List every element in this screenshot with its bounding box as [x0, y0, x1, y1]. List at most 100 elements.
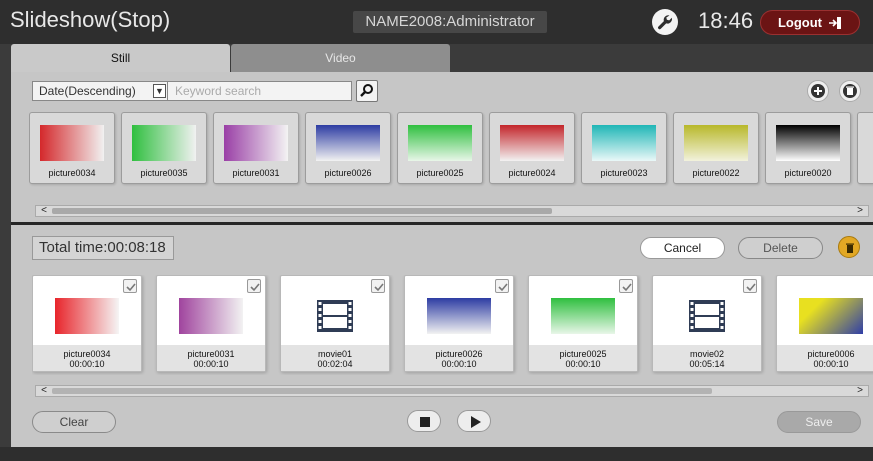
library-item-label: picture0023	[600, 168, 648, 178]
check-icon[interactable]	[247, 279, 261, 293]
library-item[interactable]: picture0024	[489, 112, 575, 184]
item-name: movie01	[317, 349, 353, 359]
exit-icon	[829, 16, 842, 29]
slideshow-app: Slideshow(Stop) NAME2008:Administrator 1…	[0, 0, 873, 461]
thumbnail	[592, 125, 656, 161]
scrollbar-thumb[interactable]	[52, 388, 712, 394]
item-name: picture0031	[187, 349, 235, 359]
clock: 18:46	[698, 8, 754, 33]
item-name: picture0006	[807, 349, 855, 359]
playlist-item[interactable]: picture0031 00:00:10	[156, 275, 266, 372]
playlist-item[interactable]: picture0025 00:00:10	[528, 275, 638, 372]
chevron-right-icon[interactable]: >	[854, 385, 866, 397]
library-item[interactable]: picture0034	[29, 112, 115, 184]
thumbnail	[684, 125, 748, 161]
check-icon[interactable]	[743, 279, 757, 293]
item-name: picture0026	[435, 349, 483, 359]
library-item[interactable]: picture0022	[673, 112, 759, 184]
play-button[interactable]	[457, 410, 491, 432]
thumbnail	[316, 125, 380, 161]
library-item-label: picture0026	[324, 168, 372, 178]
thumbnail	[55, 298, 119, 334]
library-item-label: picture0022	[692, 168, 740, 178]
library-delete-button[interactable]	[839, 80, 861, 102]
item-duration: 00:05:14	[689, 359, 725, 369]
playlist-scrollbar[interactable]: < >	[35, 385, 869, 397]
tab-video[interactable]: Video	[231, 44, 450, 72]
chevron-down-icon[interactable]: ▼	[153, 84, 166, 98]
stop-icon	[420, 417, 430, 427]
playlist-item[interactable]: movie01 00:02:04	[280, 275, 390, 372]
plus-circle-icon	[811, 84, 825, 98]
logout-label: Logout	[777, 15, 823, 30]
logout-button[interactable]: Logout	[760, 10, 860, 35]
library-item-label: picture0025	[416, 168, 464, 178]
thumbnail	[179, 298, 243, 334]
tab-still[interactable]: Still	[11, 44, 230, 72]
header-bar: Slideshow(Stop) NAME2008:Administrator 1…	[0, 0, 873, 44]
library-item[interactable]: picture0025	[397, 112, 483, 184]
clear-button[interactable]: Clear	[32, 411, 116, 433]
check-icon[interactable]	[495, 279, 509, 293]
save-button[interactable]: Save	[777, 411, 861, 433]
item-name: picture0034	[63, 349, 111, 359]
library-scrollbar[interactable]: < >	[35, 205, 869, 217]
item-duration: 00:00:10	[193, 359, 229, 369]
add-button[interactable]	[807, 80, 829, 102]
total-time: Total time:00:08:18	[32, 236, 174, 260]
chevron-right-icon[interactable]: >	[854, 205, 866, 217]
library-item[interactable]: picture0031	[213, 112, 299, 184]
library-item-partial[interactable]	[857, 112, 873, 184]
thumbnail	[224, 125, 288, 161]
thumbnail	[799, 298, 863, 334]
thumbnail	[551, 298, 615, 334]
wrench-icon[interactable]	[652, 9, 678, 35]
delete-button[interactable]: Delete	[738, 237, 823, 259]
playlist-item[interactable]: movie02 00:05:14	[652, 275, 762, 372]
library-item-label: picture0020	[784, 168, 832, 178]
check-icon[interactable]	[619, 279, 633, 293]
user-name: NAME2008:Administrator	[353, 11, 547, 33]
page-title: Slideshow(Stop)	[10, 7, 171, 32]
sort-value: Date(Descending)	[39, 84, 136, 98]
library-strip: picture0034 picture0035 picture0031 pict…	[29, 112, 873, 200]
trash-icon	[843, 84, 857, 98]
play-icon	[471, 416, 481, 428]
thumbnail	[408, 125, 472, 161]
playlist-item[interactable]: picture0026 00:00:10	[404, 275, 514, 372]
thumbnail	[132, 125, 196, 161]
scrollbar-thumb[interactable]	[52, 208, 552, 214]
library-item[interactable]: picture0026	[305, 112, 391, 184]
film-strip-icon	[689, 300, 725, 332]
library-item[interactable]: picture0020	[765, 112, 851, 184]
playlist-item[interactable]: picture0006 00:00:10	[776, 275, 873, 372]
item-duration: 00:00:10	[441, 359, 477, 369]
library-item-label: picture0034	[48, 168, 96, 178]
chevron-left-icon[interactable]: <	[38, 205, 50, 217]
library-item-label: picture0035	[140, 168, 188, 178]
film-strip-icon	[317, 300, 353, 332]
thumbnail	[40, 125, 104, 161]
chevron-left-icon[interactable]: <	[38, 385, 50, 397]
library-item-label: picture0031	[232, 168, 280, 178]
item-duration: 00:00:10	[69, 359, 105, 369]
check-icon[interactable]	[371, 279, 385, 293]
sort-select[interactable]: Date(Descending) ▼	[32, 81, 169, 101]
item-duration: 00:02:04	[317, 359, 353, 369]
keyword-search-input[interactable]	[167, 81, 352, 101]
playlist-panel: Total time:00:08:18 Cancel Delete pictur…	[11, 225, 873, 447]
cancel-button[interactable]: Cancel	[640, 237, 725, 259]
check-icon[interactable]	[123, 279, 137, 293]
search-button[interactable]	[356, 80, 378, 102]
trash-icon[interactable]	[838, 236, 860, 258]
library-item-label: picture0024	[508, 168, 556, 178]
library-item[interactable]: picture0035	[121, 112, 207, 184]
thumbnail	[500, 125, 564, 161]
item-duration: 00:00:10	[565, 359, 601, 369]
stop-button[interactable]	[407, 410, 441, 432]
item-name: movie02	[689, 349, 725, 359]
library-item[interactable]: picture0023	[581, 112, 667, 184]
library-panel: Date(Descending) ▼ Keyword search pictur…	[11, 72, 873, 222]
magnifier-icon	[360, 84, 373, 97]
playlist-item[interactable]: picture0034 00:00:10	[32, 275, 142, 372]
